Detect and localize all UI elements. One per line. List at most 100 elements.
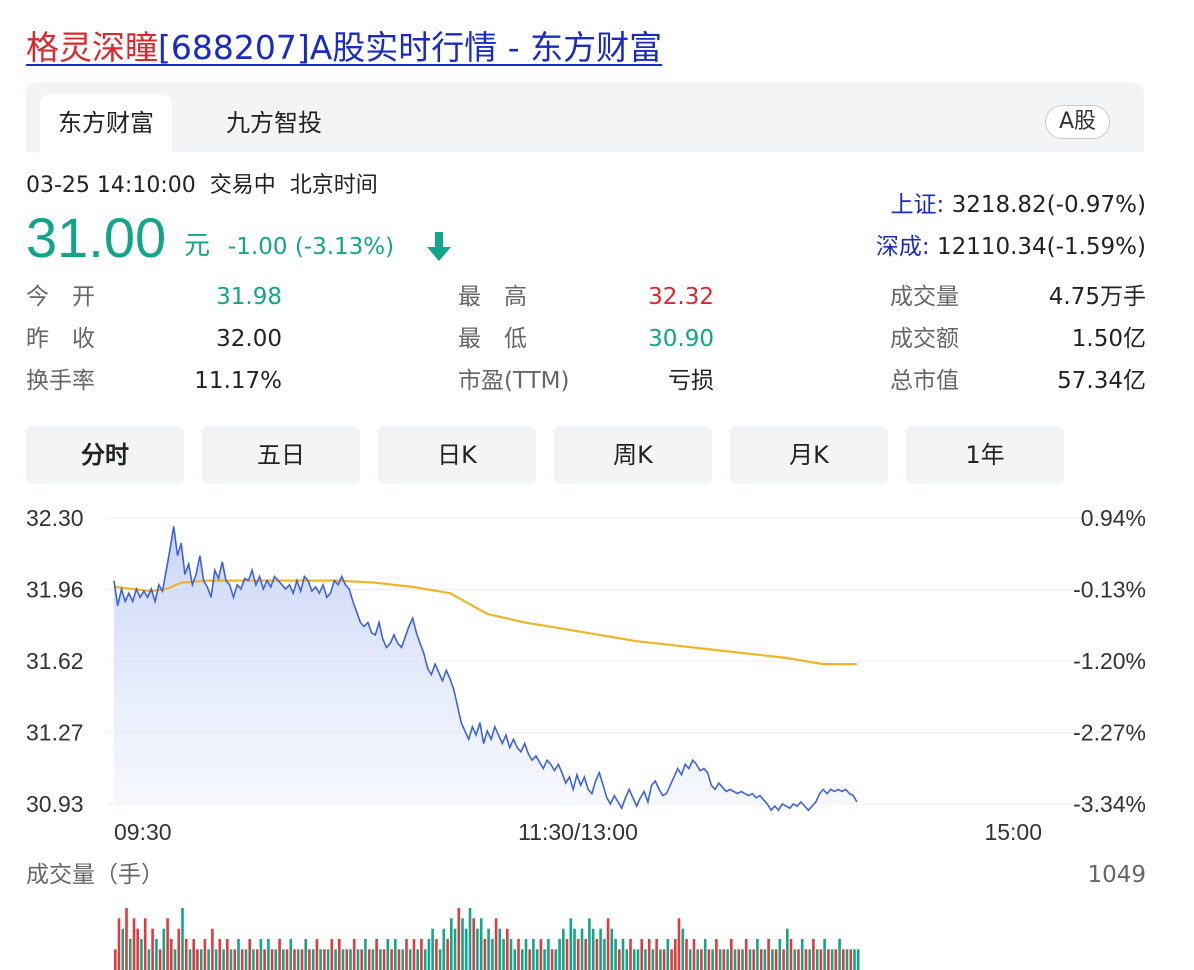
- period-button[interactable]: 分时: [26, 426, 184, 484]
- volume-bar: [800, 939, 804, 970]
- volume-bar: [509, 939, 513, 970]
- volume-bar: [491, 939, 494, 970]
- volume-bar: [397, 949, 401, 970]
- volume-bar: [804, 949, 808, 970]
- volume-bar: [771, 949, 774, 970]
- price-axis: 32.30 31.96 31.62 31.27 30.93: [26, 505, 84, 817]
- stat-label: 市盈(TTM): [458, 368, 570, 394]
- volume-bar: [326, 949, 330, 970]
- volume-bar: [636, 949, 640, 970]
- volume-bar: [196, 949, 199, 970]
- volume-bar: [158, 949, 162, 970]
- volume-bar: [199, 949, 203, 970]
- volume-bar: [532, 939, 535, 970]
- volume-bar: [610, 928, 614, 970]
- volume-bar: [834, 949, 838, 970]
- price-tick-label: 31.27: [26, 720, 84, 746]
- volume-bar: [394, 939, 397, 970]
- volume-bar: [752, 949, 755, 970]
- price-tick-label: 32.30: [26, 505, 84, 531]
- volume-bar: [502, 939, 505, 970]
- volume-bar: [192, 939, 195, 970]
- volume-bar: [670, 949, 673, 970]
- volume-bar: [823, 939, 826, 970]
- volume-bar: [188, 949, 192, 970]
- period-button[interactable]: 月K: [730, 426, 888, 484]
- volume-bar: [263, 949, 266, 970]
- period-button[interactable]: 周K: [554, 426, 712, 484]
- volume-bar: [341, 949, 345, 970]
- time-tick-label: 11:30/13:00: [518, 819, 638, 845]
- index-value: 3218.82(-0.97%): [951, 192, 1146, 218]
- volume-bar: [128, 939, 132, 970]
- volume-bar: [733, 949, 737, 970]
- volume-bar: [778, 939, 782, 970]
- volume-bar: [763, 949, 767, 970]
- volume-bar: [323, 949, 326, 970]
- volume-bar: [472, 918, 475, 970]
- volume-bar: [356, 949, 360, 970]
- volume-bar: [431, 928, 434, 970]
- volume-bar: [304, 939, 307, 970]
- volume-bar: [565, 939, 569, 970]
- volume-bar: [782, 949, 785, 970]
- volume-bar: [558, 939, 561, 970]
- volume-bar: [576, 939, 580, 970]
- volume-bar: [121, 928, 125, 970]
- stat-value: 57.34亿: [1057, 368, 1146, 394]
- volume-bar: [282, 949, 285, 970]
- volume-bar: [155, 939, 158, 970]
- volume-bar: [315, 939, 319, 970]
- price-tick-label: 30.93: [26, 791, 84, 817]
- tab-jiufang[interactable]: 九方智投: [208, 94, 340, 152]
- volume-bar: [849, 949, 853, 970]
- volume-bar: [759, 949, 763, 970]
- market-badge[interactable]: A股: [1044, 105, 1110, 139]
- stat-value: 32.32: [648, 284, 714, 310]
- volume-bar: [278, 939, 281, 970]
- page-title-link[interactable]: 格灵深瞳[688207]A股实时行情 - 东方财富: [26, 26, 662, 70]
- volume-bar: [756, 939, 759, 970]
- volume-bar: [267, 939, 270, 970]
- tab-eastmoney[interactable]: 东方财富: [40, 94, 172, 152]
- volume-bar: [184, 939, 188, 970]
- status-timezone: 北京时间: [289, 173, 378, 198]
- volume-bar: [640, 939, 643, 970]
- period-button[interactable]: 1年: [906, 426, 1064, 484]
- volume-bar: [308, 949, 311, 970]
- volume-bar: [517, 939, 520, 970]
- volume-bar: [797, 949, 800, 970]
- index-shenzhen[interactable]: 深成: 12110.34(-1.59%): [876, 231, 1146, 263]
- volume-bar: [360, 949, 363, 970]
- volume-bar: [681, 928, 685, 970]
- stat-label: 最 高: [458, 284, 527, 310]
- volume-bar: [498, 928, 502, 970]
- intraday-chart: 32.30 31.96 31.62 31.27 30.93 0.94% -0.13% -1.…: [26, 505, 1146, 970]
- volume-bar: [700, 949, 703, 970]
- period-button[interactable]: 日K: [378, 426, 536, 484]
- volume-bar: [319, 949, 322, 970]
- volume-bar: [446, 939, 449, 970]
- volume-bar: [143, 918, 147, 970]
- volume-bar: [259, 939, 263, 970]
- volume-bar: [789, 939, 793, 970]
- volume-bar: [659, 949, 662, 970]
- volume-bar: [767, 939, 770, 970]
- volume-bar: [364, 939, 367, 970]
- volume-bar: [842, 949, 845, 970]
- index-shanghai[interactable]: 上证: 3218.82(-0.97%): [891, 189, 1146, 221]
- volume-bar: [450, 918, 453, 970]
- volume-bar: [744, 939, 748, 970]
- period-button[interactable]: 五日: [202, 426, 360, 484]
- volume-bar: [412, 939, 416, 970]
- volume-bar: [349, 949, 352, 970]
- volume-bar: [233, 949, 237, 970]
- volume-bar: [856, 949, 860, 970]
- percent-axis: 0.94% -0.13% -1.20% -2.27% -3.34%: [1073, 505, 1146, 817]
- volume-bar: [815, 949, 819, 970]
- volume-bar: [853, 949, 856, 970]
- percent-tick-label: 0.94%: [1081, 505, 1146, 531]
- stat-label: 成交量: [890, 284, 959, 310]
- volume-bar: [819, 949, 823, 970]
- volume-bar: [435, 939, 438, 970]
